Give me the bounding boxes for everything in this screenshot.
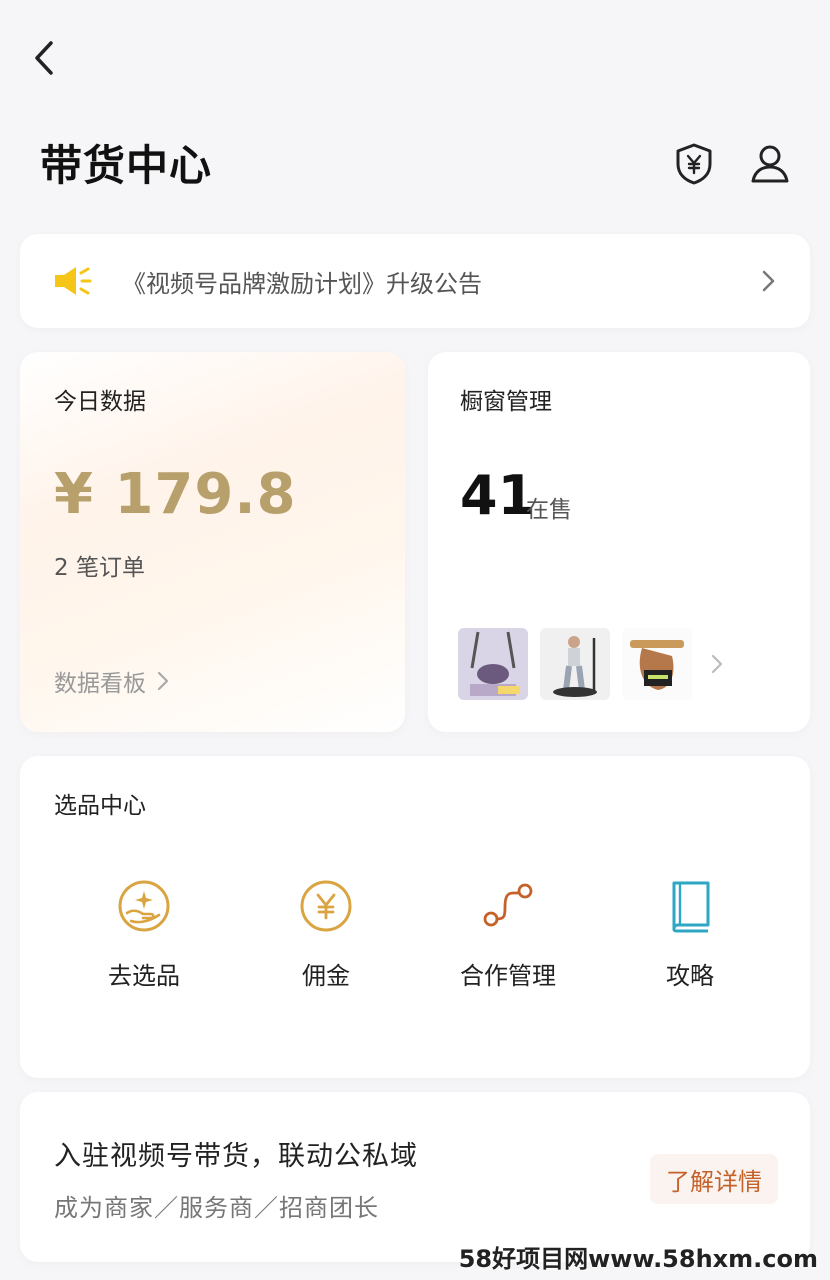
data-dashboard-label: 数据看板 bbox=[54, 671, 146, 697]
product-image bbox=[622, 628, 692, 700]
person-icon bbox=[751, 145, 789, 183]
today-orders: 2 笔订单 bbox=[54, 555, 145, 581]
chevron-right-icon bbox=[157, 671, 169, 691]
promo-subtitle: 成为商家／服务商／招商团长 bbox=[54, 1194, 379, 1222]
commission-label: 佣金 bbox=[302, 962, 350, 990]
announcement-text: 《视频号品牌激励计划》升级公告 bbox=[122, 269, 482, 298]
product-image bbox=[540, 628, 610, 700]
cooperation-management-label: 合作管理 bbox=[460, 962, 556, 990]
chevron-right-icon bbox=[762, 270, 775, 292]
link-nodes-icon bbox=[483, 883, 533, 927]
window-management-card[interactable]: 橱窗管理 41 在售 bbox=[428, 352, 810, 732]
onsale-count: 41 bbox=[460, 464, 536, 527]
megaphone-icon bbox=[55, 267, 92, 295]
window-management-label: 橱窗管理 bbox=[460, 389, 552, 415]
product-thumbnail[interactable] bbox=[622, 628, 692, 700]
page-title: 带货中心 bbox=[40, 141, 213, 190]
today-data-card[interactable]: 今日数据 ¥ 179.8 2 笔订单 数据看板 bbox=[20, 352, 405, 732]
learn-more-button[interactable]: 了解详情 bbox=[650, 1154, 778, 1204]
announcement-bar[interactable]: 《视频号品牌激励计划》升级公告 bbox=[20, 234, 810, 328]
onsale-label: 在售 bbox=[526, 497, 572, 523]
today-data-label: 今日数据 bbox=[54, 389, 146, 415]
cooperation-management-button[interactable]: 合作管理 bbox=[428, 876, 588, 991]
product-image bbox=[458, 628, 528, 700]
profile-button[interactable] bbox=[746, 140, 794, 188]
guide-label: 攻略 bbox=[666, 962, 714, 990]
commission-button[interactable]: 佣金 bbox=[246, 876, 406, 991]
wallet-shield-button[interactable] bbox=[670, 140, 718, 188]
yen-coin-icon bbox=[300, 880, 352, 932]
selection-center-label: 选品中心 bbox=[54, 793, 146, 819]
product-thumbnail[interactable] bbox=[540, 628, 610, 700]
select-products-label: 去选品 bbox=[108, 962, 180, 990]
promo-title: 入驻视频号带货，联动公私域 bbox=[54, 1141, 418, 1172]
onboarding-promo-card: 入驻视频号带货，联动公私域 成为商家／服务商／招商团长 了解详情 bbox=[20, 1092, 810, 1262]
hand-sparkle-icon bbox=[118, 880, 170, 932]
product-thumbnails bbox=[458, 628, 724, 700]
chevron-left-icon bbox=[35, 41, 53, 75]
select-products-button[interactable]: 去选品 bbox=[64, 876, 224, 991]
product-thumbnail[interactable] bbox=[458, 628, 528, 700]
back-button[interactable] bbox=[24, 36, 64, 80]
watermark: 58好项目网www.58hxm.com bbox=[458, 1245, 818, 1273]
data-dashboard-link[interactable]: 数据看板 bbox=[54, 664, 170, 698]
book-icon bbox=[672, 881, 710, 933]
guide-button[interactable]: 攻略 bbox=[610, 876, 770, 991]
yen-shield-icon bbox=[676, 143, 712, 185]
today-amount: ¥ 179.8 bbox=[54, 462, 297, 527]
chevron-right-icon bbox=[711, 654, 723, 674]
selection-center-card: 选品中心 去选品 佣金 合作管理 攻略 bbox=[20, 756, 810, 1078]
